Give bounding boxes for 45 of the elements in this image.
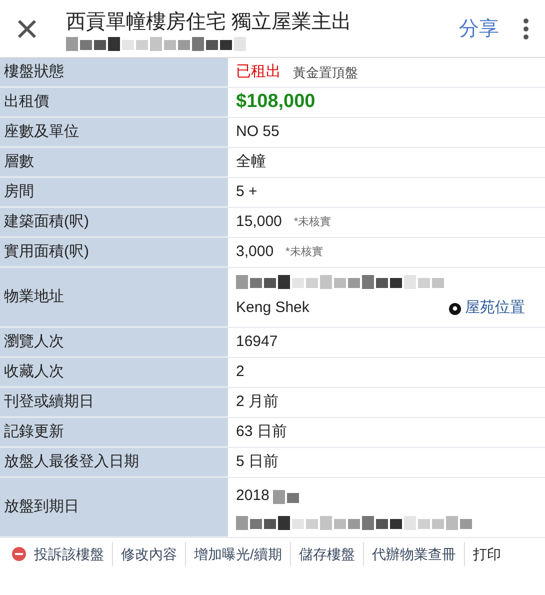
action-link[interactable]: 儲存樓盤 (290, 542, 364, 566)
value-text: NO 55 (236, 122, 280, 142)
value-text: 2 月前 (236, 392, 279, 412)
field-label: 放盤到期日 (0, 478, 228, 537)
value-text: 5 + (236, 182, 258, 202)
field-label: 記錄更新 (0, 418, 228, 447)
field-label: 物業地址 (0, 268, 228, 327)
action-link[interactable]: 代辦物業查冊 (364, 542, 465, 566)
field-label: 建築面積(呎) (0, 208, 228, 237)
status-text: 已租出 (236, 62, 281, 82)
field-label: 樓盤狀態 (0, 58, 228, 87)
value-text: 15,000 (236, 212, 282, 232)
value-text: 63 日前 (236, 422, 287, 442)
value-text: 2018 (236, 486, 270, 506)
report-button[interactable]: 投訴該樓盤 (4, 542, 113, 566)
unverified-note: *未核實 (286, 245, 323, 260)
value-text: Keng Shek (236, 298, 310, 318)
price-text: $108,000 (236, 90, 316, 114)
field-label: 座數及單位 (0, 118, 228, 147)
action-link[interactable]: 增加曝光/續期 (186, 542, 291, 566)
more-icon[interactable] (523, 18, 529, 40)
field-label: 實用面積(呎) (0, 238, 228, 267)
value-text: 全幢 (236, 152, 266, 172)
value-text: 2 (236, 362, 244, 382)
minus-circle-icon (12, 547, 26, 561)
value-text: 5 日前 (236, 452, 279, 472)
share-button[interactable]: 分享 (451, 14, 507, 44)
field-label: 收藏人次 (0, 358, 228, 387)
redaction-blur (273, 490, 302, 504)
field-label: 瀏覽人次 (0, 328, 228, 357)
field-label: 房間 (0, 178, 228, 207)
page-title: 西貢單幢樓房住宅 獨立屋業主出 (66, 10, 353, 34)
field-label: 層數 (0, 148, 228, 177)
pin-icon (449, 302, 461, 314)
value-text: 16947 (236, 332, 278, 352)
unverified-note: *未核實 (294, 215, 332, 230)
value-text: 3,000 (236, 242, 274, 262)
location-link[interactable]: 屋苑位置 (449, 297, 525, 320)
field-label: 放盤人最後登入日期 (0, 448, 228, 477)
field-label: 刊登或續期日 (0, 388, 228, 417)
status-note: 黃金置頂盤 (293, 64, 358, 82)
field-label: 出租價 (0, 88, 228, 117)
close-icon[interactable] (16, 18, 38, 40)
action-link[interactable]: 修改內容 (113, 542, 186, 566)
action-link[interactable]: 打印 (464, 542, 509, 566)
